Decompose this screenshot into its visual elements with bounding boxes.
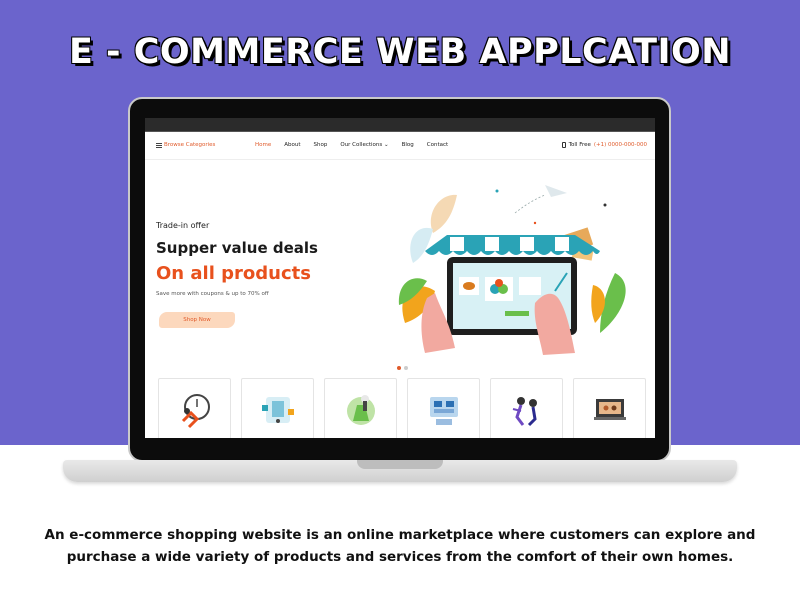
browse-categories-label: Browse Categories: [164, 142, 216, 148]
laptop-notch: [357, 460, 443, 469]
feature-cards: [158, 378, 646, 438]
phone-shopping-icon: [262, 397, 294, 423]
feature-card[interactable]: [407, 378, 480, 438]
gift-bag-icon: [347, 395, 375, 425]
feature-card[interactable]: [490, 378, 563, 438]
phone-number: (+1) 0000-000-000: [593, 142, 647, 148]
storefront-illustration: [398, 185, 626, 355]
nav-link-about[interactable]: About: [284, 142, 300, 148]
nav-link-contact[interactable]: Contact: [427, 142, 448, 148]
menu-icon: [156, 142, 162, 148]
carousel-dot-active[interactable]: [397, 366, 401, 370]
hero-subtext: Save more with coupons & up to 70% off: [156, 291, 269, 297]
nav-link-blog[interactable]: Blog: [402, 142, 414, 148]
page-title: E - COMMERCE WEB APPLCATION: [68, 32, 732, 72]
laptop-screen: Browse Categories Home About Shop Our Co…: [145, 118, 655, 438]
people-dancing-icon: [512, 397, 537, 427]
feature-card[interactable]: [324, 378, 397, 438]
nav-link-shop[interactable]: Shop: [314, 142, 328, 148]
nav-links: Home About Shop Our Collections ⌄ Blog C…: [255, 142, 448, 148]
chat-shopping-icon: [430, 397, 458, 425]
nav-link-collections[interactable]: Our Collections ⌄: [340, 142, 388, 148]
phone-icon: [561, 142, 566, 148]
laptop-store-icon: [594, 399, 626, 420]
hero-subheadline: On all products: [156, 263, 311, 284]
toll-free-phone[interactable]: Toll Free (+1) 0000-000-000: [561, 142, 647, 148]
browser-toolbar: [145, 118, 655, 132]
offer-label: Trade-in offer: [156, 221, 210, 230]
description-caption: An e-commerce shopping website is an onl…: [44, 527, 756, 565]
feature-card[interactable]: [573, 378, 646, 438]
site-navbar: Browse Categories Home About Shop Our Co…: [145, 132, 655, 160]
nav-link-home[interactable]: Home: [255, 142, 271, 148]
feature-card[interactable]: [158, 378, 231, 438]
feature-card[interactable]: [241, 378, 314, 438]
browse-categories-button[interactable]: Browse Categories: [156, 142, 215, 148]
carousel-dots: [397, 366, 408, 370]
shop-now-button[interactable]: Shop Now: [159, 312, 235, 328]
toll-free-label: Toll Free: [568, 142, 591, 148]
hero-headline: Supper value deals: [156, 239, 318, 257]
carousel-dot[interactable]: [404, 366, 408, 370]
running-person-icon: [181, 394, 210, 429]
